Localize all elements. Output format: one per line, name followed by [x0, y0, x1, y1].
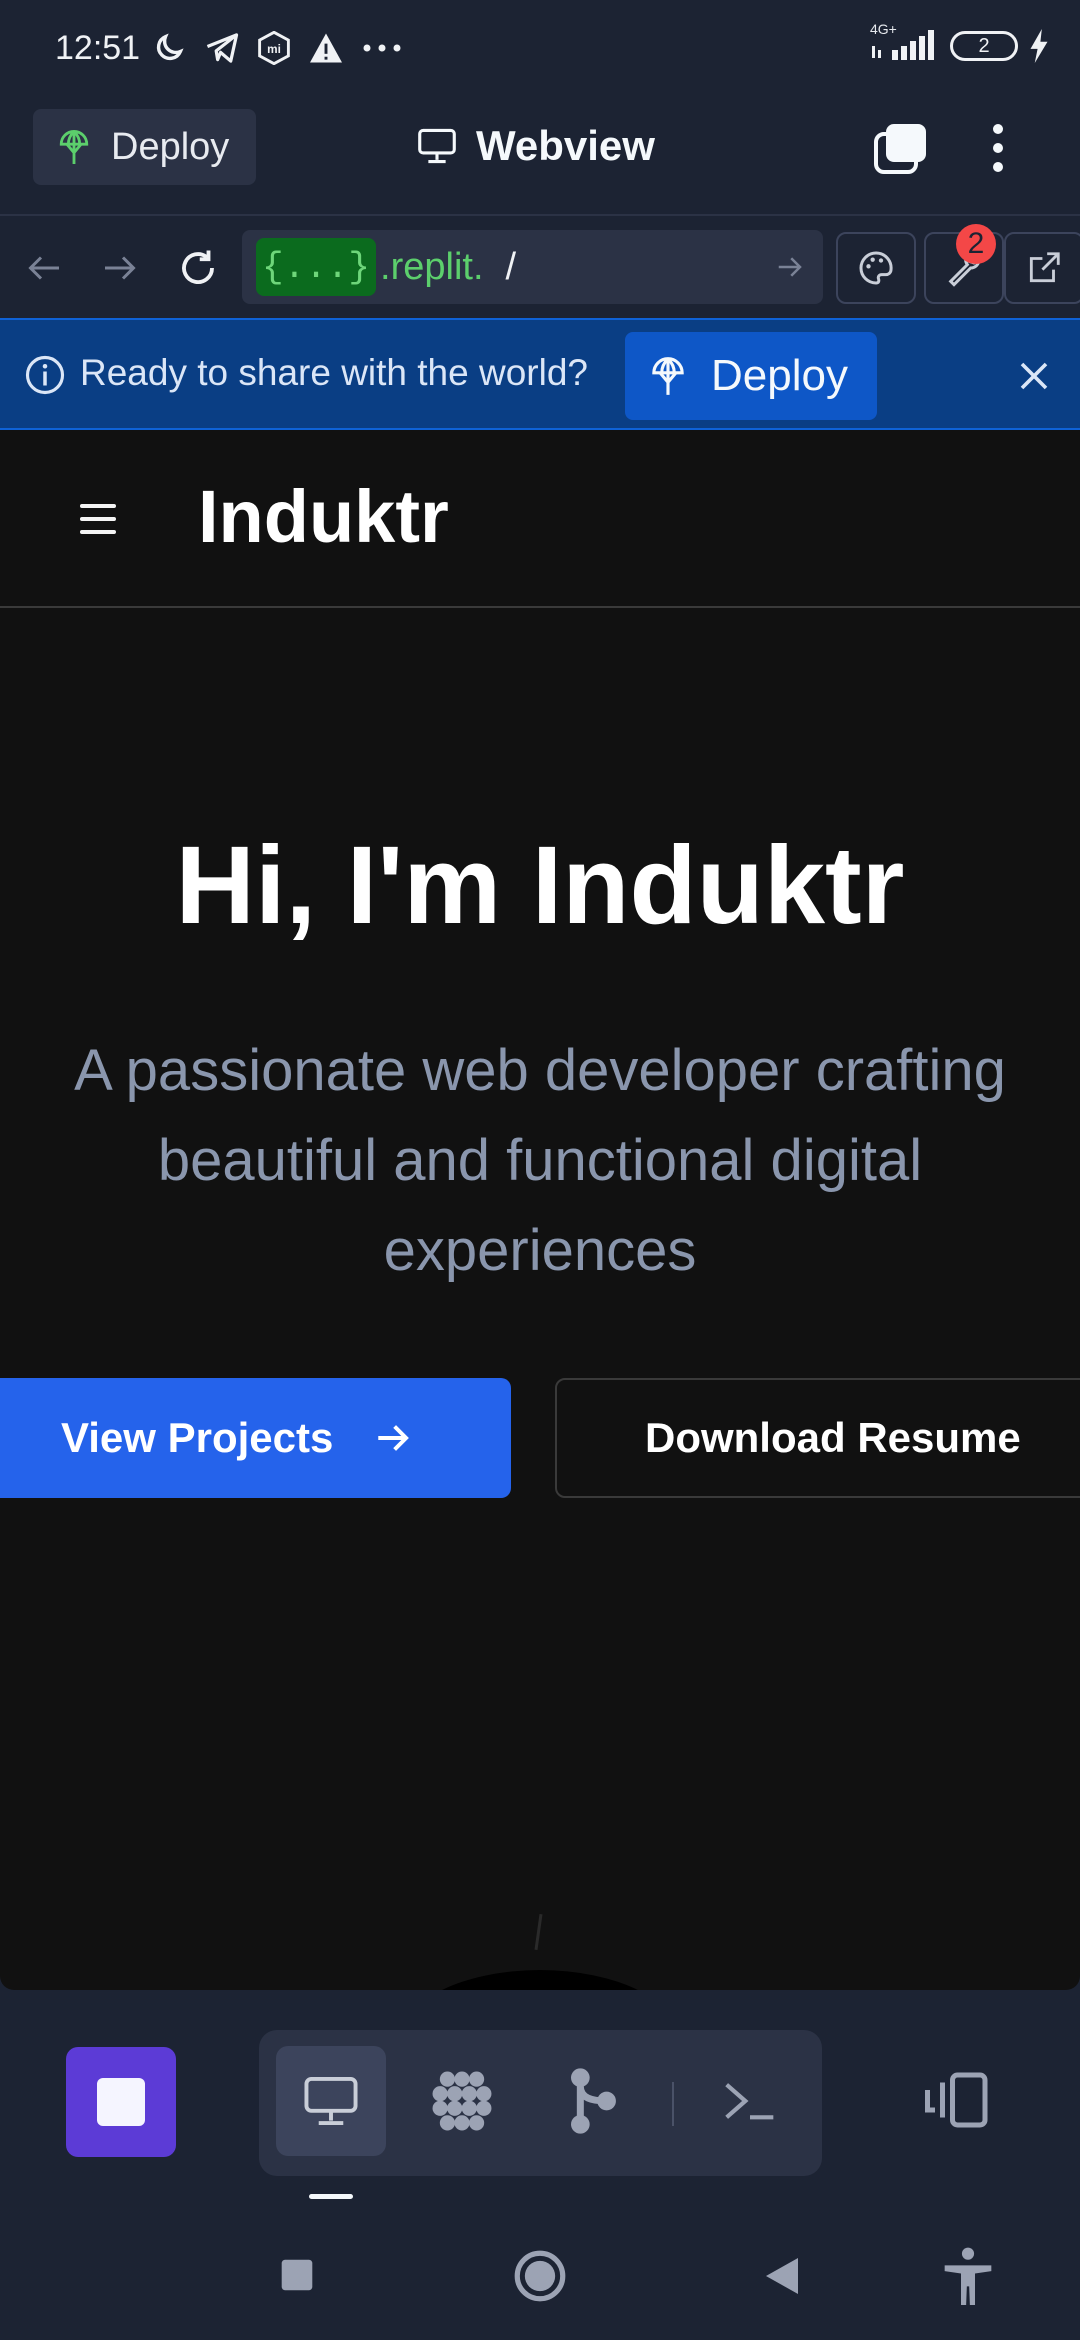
- url-domain: .replit.: [380, 245, 484, 288]
- webview-content: Induktr Hi, I'm Induktr A passionate web…: [0, 430, 1080, 1990]
- more-dots-icon: [363, 44, 401, 52]
- tool-separator: [672, 2082, 674, 2126]
- battery-indicator: 2: [950, 31, 1018, 61]
- palette-icon: [859, 251, 893, 285]
- tool-git[interactable]: [537, 2046, 647, 2156]
- svg-text:mi: mi: [267, 43, 281, 56]
- banner-deploy-button[interactable]: Deploy: [625, 332, 877, 420]
- accessibility-icon[interactable]: [940, 2246, 996, 2308]
- webview-tab-title[interactable]: Webview: [416, 116, 655, 176]
- close-icon[interactable]: [1016, 358, 1052, 394]
- signal-icon: 4G+: [870, 22, 940, 66]
- device-layout-icon[interactable]: [920, 2070, 990, 2130]
- info-icon: [25, 355, 65, 395]
- charging-icon: [1030, 29, 1048, 63]
- tool-agent[interactable]: [407, 2046, 517, 2156]
- battery-level: 2: [978, 34, 990, 57]
- mi-icon: mi: [258, 31, 290, 65]
- terminal-icon: [725, 2083, 774, 2120]
- external-link-icon: [1029, 252, 1060, 283]
- stop-icon: [97, 2078, 145, 2126]
- monitor-icon: [418, 128, 456, 164]
- go-arrow-icon[interactable]: [775, 252, 805, 282]
- forward-button[interactable]: [92, 240, 148, 296]
- moon-icon: [156, 33, 184, 61]
- telegram-icon: [206, 33, 239, 63]
- agent-icon: [432, 2071, 492, 2131]
- active-tool-indicator: [309, 2194, 353, 2199]
- reload-icon: [182, 250, 214, 284]
- android-navigation-bar: [0, 2220, 1080, 2340]
- devtools-badge: 2: [956, 224, 996, 264]
- tool-webview[interactable]: [276, 2046, 386, 2156]
- url-input[interactable]: {...} .replit. /: [242, 230, 823, 304]
- banner-message: Ready to share with the world?: [80, 352, 588, 393]
- deploy-label: Deploy: [111, 125, 230, 168]
- deploy-button[interactable]: Deploy: [33, 109, 256, 185]
- reload-button[interactable]: [170, 240, 226, 296]
- workspace-bottom-bar: [0, 2000, 1080, 2220]
- status-bar: 12:51 mi 4G+ 2: [0, 0, 1080, 96]
- deploy-icon: [652, 357, 684, 395]
- browser-toolbar: {...} .replit. / 2: [0, 218, 1080, 318]
- hamburger-menu-icon[interactable]: [80, 504, 116, 534]
- status-notification-icons: mi: [152, 31, 402, 65]
- site-navbar: Induktr: [0, 430, 1080, 608]
- deploy-banner: Ready to share with the world? Deploy: [0, 318, 1080, 430]
- decorative-shape: [400, 1970, 680, 1990]
- devtools-button[interactable]: 2: [924, 224, 1004, 304]
- repl-tag: {...}: [256, 238, 377, 296]
- warning-icon: [310, 33, 343, 63]
- hero-subtitle: A passionate web developer crafting beau…: [74, 1038, 1006, 1283]
- arrow-left-icon: [28, 256, 59, 280]
- branch-icon: [571, 2068, 616, 2134]
- arrow-right-icon: [105, 256, 136, 280]
- back-nav-icon[interactable]: [764, 2256, 800, 2296]
- status-time: 12:51: [55, 28, 141, 67]
- recents-icon[interactable]: [280, 2258, 314, 2292]
- decorative-line: [534, 1913, 543, 1951]
- banner-deploy-label: Deploy: [711, 351, 848, 400]
- stop-button[interactable]: [66, 2047, 176, 2157]
- url-path: /: [505, 245, 517, 288]
- open-external-button[interactable]: [1004, 232, 1080, 304]
- more-options-icon[interactable]: [982, 118, 1014, 178]
- tool-shell[interactable]: [695, 2046, 805, 2156]
- back-button[interactable]: [16, 240, 72, 296]
- monitor-icon: [304, 2076, 358, 2126]
- arrow-right-icon: [378, 1425, 410, 1451]
- site-logo[interactable]: Induktr: [198, 474, 449, 559]
- tool-switcher: [259, 2030, 822, 2176]
- webview-title-text: Webview: [476, 122, 655, 169]
- home-icon[interactable]: [514, 2250, 566, 2302]
- theme-button[interactable]: [836, 232, 916, 304]
- download-resume-label: Download Resume: [645, 1414, 1021, 1461]
- workspace-header: Deploy Webview: [0, 96, 1080, 216]
- view-projects-label: View Projects: [61, 1414, 334, 1461]
- hero-title: Hi, I'm Induktr: [175, 824, 905, 947]
- download-resume-button[interactable]: Download Resume: [555, 1378, 1080, 1498]
- status-system-icons: 4G+ 2: [870, 22, 1050, 66]
- deploy-icon: [59, 130, 89, 164]
- tabs-icon[interactable]: [872, 122, 928, 176]
- view-projects-button[interactable]: View Projects: [0, 1378, 511, 1498]
